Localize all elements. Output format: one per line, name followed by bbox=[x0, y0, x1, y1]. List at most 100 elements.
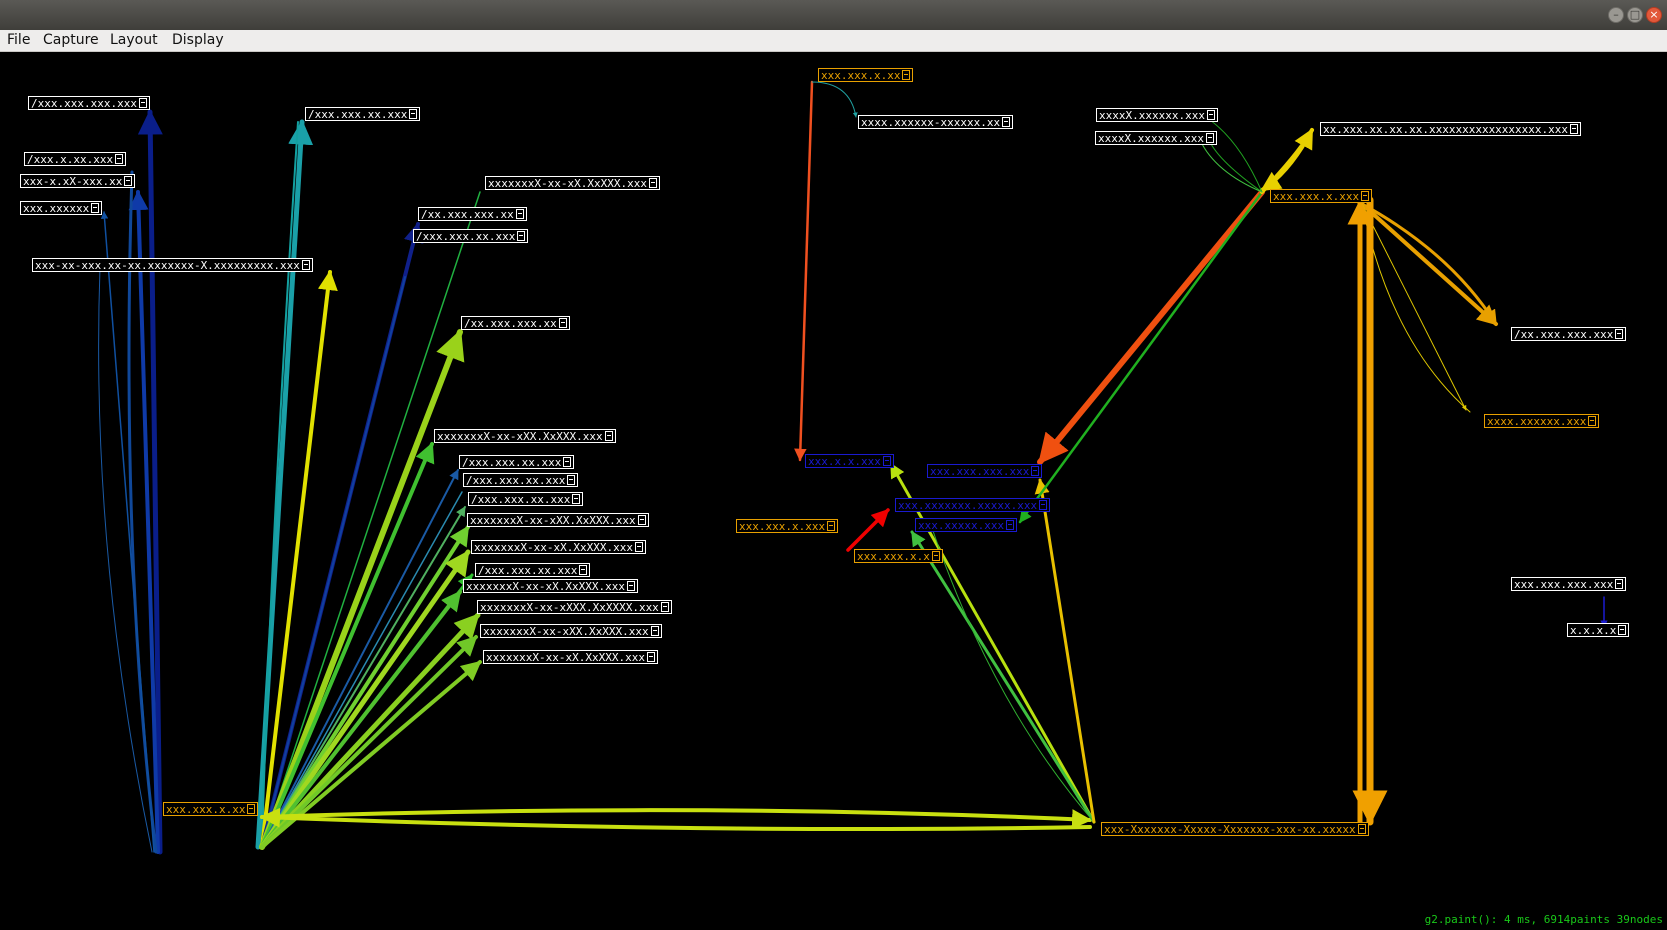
node-label: xxx.xxxxxx bbox=[23, 202, 90, 215]
graph-node[interactable]: xxx.xxx.x.xxx bbox=[736, 519, 839, 533]
collapse-icon[interactable] bbox=[115, 154, 124, 164]
collapse-icon[interactable] bbox=[931, 551, 940, 561]
collapse-icon[interactable] bbox=[1615, 579, 1624, 589]
graph-node[interactable]: /xx.xxx.xxx.xxx bbox=[1511, 327, 1627, 341]
graph-edges bbox=[98, 80, 1608, 855]
collapse-icon[interactable] bbox=[124, 176, 133, 186]
graph-node[interactable]: xxx.xxxxx.xxx bbox=[915, 518, 1018, 532]
graph-node[interactable]: xxxxxxxX-xx-xXXX.XxXXXX.xxx bbox=[477, 600, 672, 614]
graph-node[interactable]: xxx.xxx.x.x bbox=[854, 549, 943, 563]
close-button[interactable]: × bbox=[1646, 7, 1662, 23]
collapse-icon[interactable] bbox=[827, 521, 836, 531]
graph-node[interactable]: xxxxxxxX-xx-xX.XxXXX.xxx bbox=[485, 176, 660, 190]
graph-node[interactable]: xxxxxxxX-xx-xXX.XxXXX.xxx bbox=[467, 513, 649, 527]
collapse-icon[interactable] bbox=[604, 431, 613, 441]
window-title-bar: – □ × bbox=[0, 0, 1667, 30]
graph-node[interactable]: xxx.x.x.xxx bbox=[805, 454, 894, 468]
graph-canvas[interactable]: /xxx.xxx.xxx.xxx /xxx.x.xx.xxx xxx-x.xX-… bbox=[0, 52, 1667, 930]
minimize-button[interactable]: – bbox=[1608, 7, 1624, 23]
collapse-icon[interactable] bbox=[637, 515, 646, 525]
node-label: xxx-xx-xxx.xx-xx.xxxxxxx-X.xxxxxxxxx.xxx bbox=[35, 259, 300, 272]
menu-capture[interactable]: Capture bbox=[43, 32, 99, 48]
collapse-icon[interactable] bbox=[660, 602, 669, 612]
collapse-icon[interactable] bbox=[1002, 117, 1011, 127]
graph-node[interactable]: xxx.xxxxxx bbox=[20, 201, 103, 215]
graph-node[interactable]: /xx.xxx.xxx.xx bbox=[461, 316, 570, 330]
collapse-icon[interactable] bbox=[648, 178, 657, 188]
node-label: xxx-x.xX-xxx.xx bbox=[23, 175, 123, 188]
collapse-icon[interactable] bbox=[91, 203, 100, 213]
collapse-icon[interactable] bbox=[882, 456, 891, 466]
menu-layout[interactable]: Layout bbox=[110, 32, 158, 48]
collapse-icon[interactable] bbox=[247, 804, 256, 814]
graph-node[interactable]: xxxxX.xxxxxx.xxx bbox=[1096, 108, 1218, 122]
node-label: xxxxxxxX-xx-xX.XxXXX.xxx bbox=[488, 177, 647, 190]
graph-node[interactable]: xxx.xxx.x.xx bbox=[818, 68, 914, 82]
graph-node[interactable]: /xxx.x.xx.xxx bbox=[24, 152, 127, 166]
graph-node[interactable]: xxxx.xxxxxx.xxx bbox=[1484, 414, 1600, 428]
collapse-icon[interactable] bbox=[1006, 520, 1015, 530]
collapse-icon[interactable] bbox=[1570, 124, 1579, 134]
collapse-icon[interactable] bbox=[517, 231, 526, 241]
collapse-icon[interactable] bbox=[515, 209, 524, 219]
collapse-icon[interactable] bbox=[563, 457, 572, 467]
collapse-icon[interactable] bbox=[579, 565, 588, 575]
maximize-button[interactable]: □ bbox=[1627, 7, 1643, 23]
graph-node[interactable]: xxxxX.xxxxxx.xxx bbox=[1095, 131, 1217, 145]
graph-node[interactable]: xxxxxxxX-xx-xX.XxXXX.xxx bbox=[483, 650, 658, 664]
graph-node[interactable]: /xxx.xxx.xx.xxx bbox=[463, 473, 579, 487]
collapse-icon[interactable] bbox=[650, 626, 659, 636]
graph-node[interactable]: /xxx.xxx.xxx.xxx bbox=[28, 96, 150, 110]
graph-node[interactable]: xx.xxx.xx.xx.xx.xxxxxxxxxxxxxxxxx.xxx bbox=[1320, 122, 1582, 136]
collapse-icon[interactable] bbox=[138, 98, 147, 108]
collapse-icon[interactable] bbox=[1615, 329, 1624, 339]
collapse-icon[interactable] bbox=[409, 109, 418, 119]
graph-node[interactable]: xxx-Xxxxxxx-Xxxxx-Xxxxxxx-xxx-xx.xxxxx bbox=[1101, 822, 1369, 836]
graph-node[interactable]: /xxx.xxx.xx.xxx bbox=[305, 107, 421, 121]
graph-node[interactable]: x.x.x.x bbox=[1567, 623, 1630, 637]
graph-node[interactable]: /xx.xxx.xxx.xx bbox=[418, 207, 527, 221]
graph-node[interactable]: xxx.xxx.xxx.xxx bbox=[927, 464, 1043, 478]
graph-node[interactable]: xxx-x.xX-xxx.xx bbox=[20, 174, 136, 188]
collapse-icon[interactable] bbox=[1588, 416, 1597, 426]
graph-node[interactable]: /xxx.xxx.xx.xxx bbox=[459, 455, 575, 469]
graph-node[interactable]: xxx.xxx.xxx.xxx bbox=[1511, 577, 1627, 591]
collapse-icon[interactable] bbox=[301, 260, 310, 270]
collapse-icon[interactable] bbox=[1039, 500, 1048, 510]
menu-file[interactable]: File bbox=[7, 32, 30, 48]
node-label: xxxxxxxX-xx-xXX.XxXXX.xxx bbox=[437, 430, 603, 443]
collapse-icon[interactable] bbox=[626, 581, 635, 591]
graph-node[interactable]: xxx.xxx.x.xxx bbox=[1270, 189, 1373, 203]
graph-node[interactable]: /xxx.xxx.xx.xxx bbox=[413, 229, 529, 243]
graph-node[interactable]: xxxxxxxX-xx-xXX.XxXXX.xxx bbox=[434, 429, 616, 443]
graph-node[interactable]: xxxxxxxX-xx-xX.XxXXX.xxx bbox=[471, 540, 646, 554]
collapse-icon[interactable] bbox=[1031, 466, 1040, 476]
node-label: xxxx.xxxxxx-xxxxxx.xx bbox=[861, 116, 1001, 129]
collapse-icon[interactable] bbox=[1618, 625, 1627, 635]
collapse-icon[interactable] bbox=[1357, 824, 1366, 834]
node-label: xxx.xxx.xxx.xxx bbox=[930, 465, 1030, 478]
edge bbox=[1018, 190, 1264, 524]
node-label: xxxxxxxX-xx-xX.XxXXX.xxx bbox=[466, 580, 625, 593]
collapse-icon[interactable] bbox=[1361, 191, 1370, 201]
collapse-icon[interactable] bbox=[646, 652, 655, 662]
graph-node[interactable]: xxx.xxx.x.xx bbox=[163, 802, 259, 816]
graph-node[interactable]: /xxx.xxx.xx.xxx bbox=[475, 563, 591, 577]
graph-node[interactable]: xxxxxxxX-xx-xXX.XxXXX.xxx bbox=[480, 624, 662, 638]
collapse-icon[interactable] bbox=[558, 318, 567, 328]
menu-display[interactable]: Display bbox=[172, 32, 224, 48]
graph-node[interactable]: xxx-xx-xxx.xx-xx.xxxxxxx-X.xxxxxxxxx.xxx bbox=[32, 258, 313, 272]
collapse-icon[interactable] bbox=[567, 475, 576, 485]
collapse-icon[interactable] bbox=[902, 70, 911, 80]
collapse-icon[interactable] bbox=[1205, 133, 1214, 143]
graph-node[interactable]: xxx.xxxxxxx.xxxxx.xxx bbox=[895, 498, 1051, 512]
graph-node[interactable]: /xxx.xxx.xx.xxx bbox=[468, 492, 584, 506]
paint-status: g2.paint(): 4 ms, 6914paints 39nodes bbox=[1424, 913, 1663, 926]
edge bbox=[1209, 141, 1263, 193]
edge bbox=[1209, 119, 1263, 193]
graph-node[interactable]: xxxxxxxX-xx-xX.XxXXX.xxx bbox=[463, 579, 638, 593]
collapse-icon[interactable] bbox=[572, 494, 581, 504]
collapse-icon[interactable] bbox=[634, 542, 643, 552]
collapse-icon[interactable] bbox=[1206, 110, 1215, 120]
graph-node[interactable]: xxxx.xxxxxx-xxxxxx.xx bbox=[858, 115, 1014, 129]
